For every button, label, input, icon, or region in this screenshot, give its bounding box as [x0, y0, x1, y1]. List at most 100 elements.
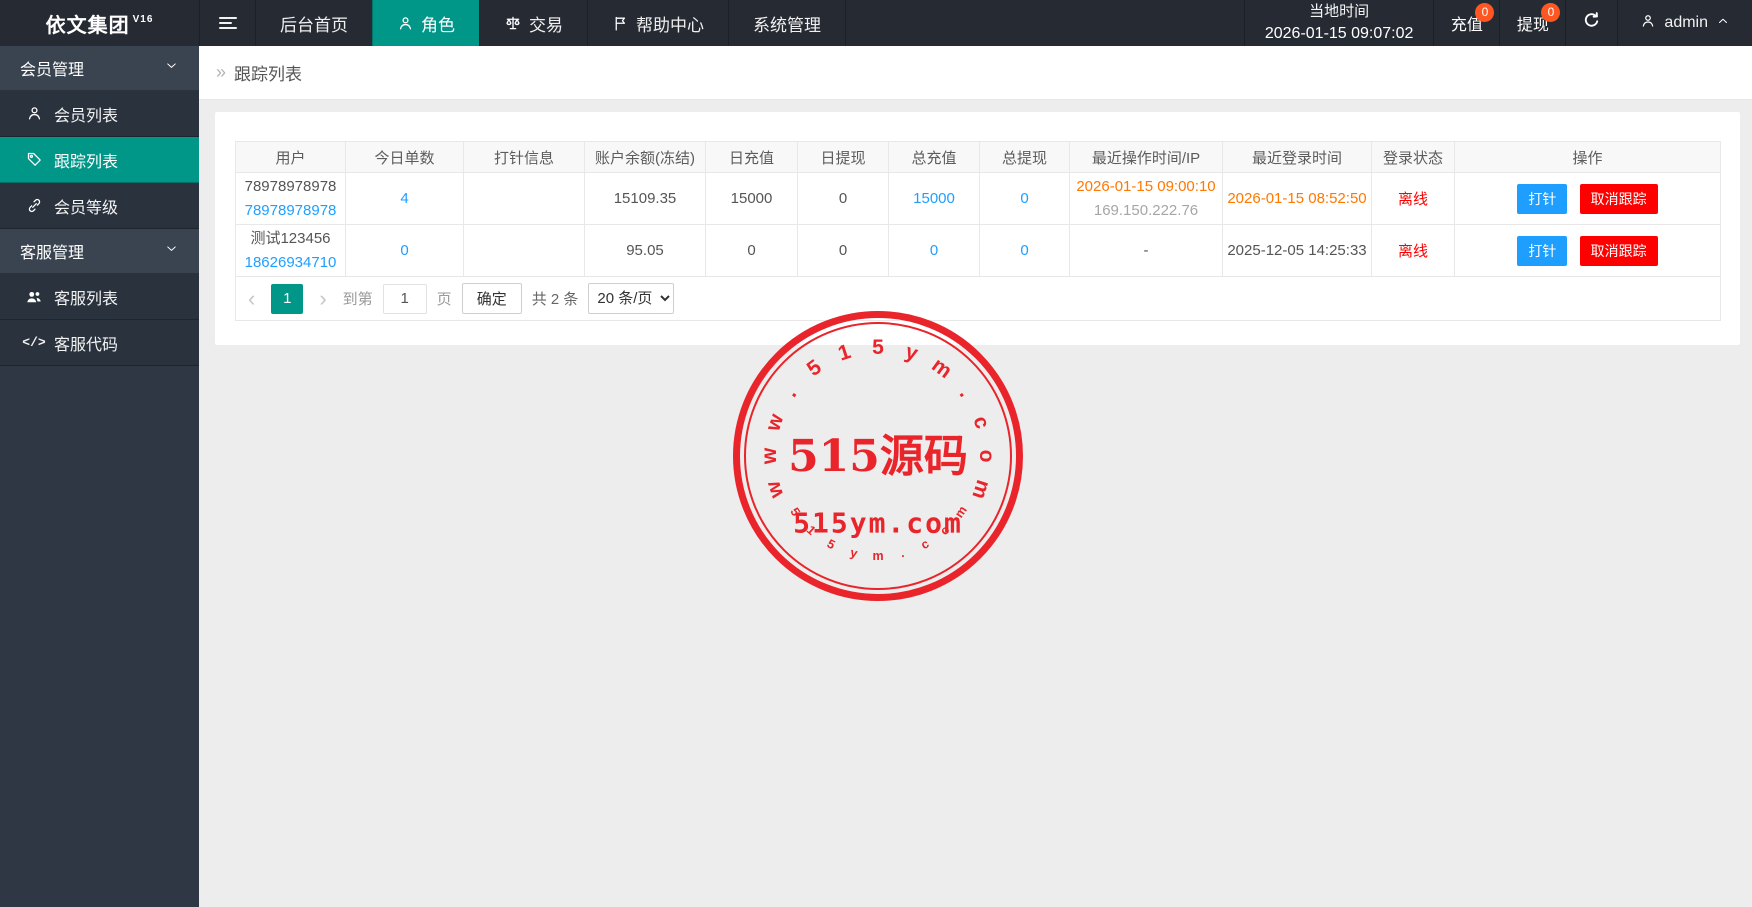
watermark-stamp: www.515ym.com 515源码 515ym.com 515ym.com: [733, 311, 1023, 601]
cell-balance: 15109.35: [584, 172, 706, 225]
withdraw-button[interactable]: 提现 0: [1499, 0, 1565, 46]
col-header-total-recharge: 总充值: [888, 141, 980, 173]
track-list-table: 用户 今日单数 打针信息 账户余额(冻结) 日充值 日提现 总充值 总提现 最近…: [235, 141, 1721, 321]
current-page[interactable]: 1: [271, 283, 304, 314]
table-row: 78978978978 78978978978 4 15109.35 15000…: [235, 172, 1721, 225]
page-size-select[interactable]: 20 条/页: [588, 283, 675, 314]
nav-item-trade[interactable]: 交易: [479, 0, 587, 46]
col-header-total-withdraw: 总提现: [979, 141, 1070, 173]
col-header-today-orders: 今日单数: [345, 141, 464, 173]
recharge-button[interactable]: 充值 0: [1433, 0, 1499, 46]
nav-item-system[interactable]: 系统管理: [728, 0, 846, 46]
col-header-inject-info: 打针信息: [463, 141, 585, 173]
breadcrumb: » 跟踪列表: [199, 46, 1752, 100]
col-header-day-withdraw: 日提现: [797, 141, 889, 173]
cell-last-login: 2025-12-05 14:25:33: [1222, 224, 1372, 277]
goto-page-input[interactable]: [382, 283, 427, 314]
page-title: 跟踪列表: [234, 65, 303, 84]
watermark-title: 515源码: [788, 431, 968, 482]
local-time: 当地时间 2026-01-15 09:07:02: [1243, 0, 1434, 46]
sidebar: 会员管理 会员列表 跟踪列表 会员等级 客服管理 客服列表 </> 客服代码: [0, 46, 199, 907]
user-icon: [24, 105, 44, 122]
goto-label: 到第: [342, 291, 373, 308]
cell-day-withdraw: 0: [797, 172, 889, 225]
cell-last-op: -: [1069, 224, 1223, 277]
col-header-day-recharge: 日充值: [705, 141, 798, 173]
tag-icon: [24, 151, 44, 168]
user-link[interactable]: 78978978978: [236, 199, 345, 222]
total-count: 共 2 条: [531, 291, 579, 308]
cell-day-withdraw: 0: [797, 224, 889, 277]
sidebar-group-service-management[interactable]: 客服管理: [0, 229, 199, 274]
pagination-row: ‹ 1 › 到第 页 确定 共 2 条 20 条/页: [235, 276, 1721, 321]
confirm-button[interactable]: 确定: [461, 283, 522, 314]
watermark-domain: 515ym.com: [793, 506, 963, 540]
cell-day-recharge: 0: [705, 224, 798, 277]
admin-menu[interactable]: admin: [1617, 0, 1752, 46]
person-icon: [397, 15, 414, 32]
cell-total-recharge[interactable]: 15000: [888, 172, 980, 225]
scale-icon: [504, 14, 522, 32]
cell-inject-info: [463, 224, 585, 277]
sidebar-item-member-level[interactable]: 会员等级: [0, 183, 199, 229]
cell-user: 78978978978 78978978978: [235, 172, 346, 225]
col-header-last-op: 最近操作时间/IP: [1069, 141, 1223, 173]
topbar-right: 当地时间 2026-01-15 09:07:02 充值 0 提现 0 admin: [1243, 0, 1752, 46]
cell-inject-info: [463, 172, 585, 225]
top-nav: 后台首页 角色 交易 帮助中心 系统管理: [255, 0, 846, 46]
inject-button[interactable]: 打针: [1517, 235, 1568, 266]
cell-today-orders[interactable]: 4: [345, 172, 464, 225]
sidebar-item-service-list[interactable]: 客服列表: [0, 274, 199, 320]
cell-total-withdraw[interactable]: 0: [979, 224, 1070, 277]
admin-username: admin: [1664, 14, 1708, 31]
page-label: 页: [436, 291, 452, 308]
col-header-balance: 账户余额(冻结): [584, 141, 706, 173]
local-time-label: 当地时间: [1309, 2, 1370, 20]
link-icon: [24, 197, 44, 214]
sidebar-toggle-button[interactable]: [199, 0, 255, 46]
col-header-user: 用户: [235, 141, 346, 173]
cell-actions: 打针 取消跟踪: [1454, 172, 1721, 225]
users-icon: [24, 288, 44, 306]
status-badge: 离线: [1371, 172, 1455, 225]
sidebar-group-member-management[interactable]: 会员管理: [0, 46, 199, 91]
nav-item-dashboard[interactable]: 后台首页: [255, 0, 372, 46]
local-time-value: 2026-01-15 09:07:02: [1264, 25, 1414, 43]
chevron-up-icon: [1716, 14, 1730, 33]
col-header-actions: 操作: [1454, 141, 1721, 173]
cancel-track-button[interactable]: 取消跟踪: [1579, 183, 1658, 214]
table-header-row: 用户 今日单数 打针信息 账户余额(冻结) 日充值 日提现 总充值 总提现 最近…: [235, 141, 1721, 173]
chevron-down-icon: [164, 241, 179, 261]
inject-button[interactable]: 打针: [1517, 183, 1568, 214]
nav-item-role[interactable]: 角色: [372, 0, 479, 46]
chevron-down-icon: [164, 58, 179, 78]
user-link[interactable]: 18626934710: [236, 251, 345, 274]
table-row: 测试123456 18626934710 0 95.05 0 0 0 0 - 2…: [235, 224, 1721, 277]
col-header-last-login: 最近登录时间: [1222, 141, 1372, 173]
sidebar-item-service-code[interactable]: </> 客服代码: [0, 320, 199, 366]
app-logo-text: 依文集团: [45, 14, 130, 37]
cell-last-op: 2026-01-15 09:00:10 169.150.222.76: [1069, 172, 1223, 225]
col-header-status: 登录状态: [1371, 141, 1455, 173]
nav-item-help-center[interactable]: 帮助中心: [587, 0, 728, 46]
prev-page-button[interactable]: ‹: [242, 284, 261, 314]
sidebar-item-track-list[interactable]: 跟踪列表: [0, 137, 199, 183]
withdraw-badge: 0: [1541, 3, 1561, 22]
cell-today-orders[interactable]: 0: [345, 224, 464, 277]
person-icon: [1640, 13, 1656, 34]
sidebar-item-member-list[interactable]: 会员列表: [0, 91, 199, 137]
hamburger-icon: [218, 14, 237, 32]
cell-total-recharge[interactable]: 0: [888, 224, 980, 277]
cancel-track-button[interactable]: 取消跟踪: [1579, 235, 1658, 266]
code-icon: </>: [22, 335, 46, 350]
cell-user: 测试123456 18626934710: [235, 224, 346, 277]
app-logo-version: V16: [132, 13, 154, 25]
next-page-button[interactable]: ›: [313, 284, 332, 314]
cell-total-withdraw[interactable]: 0: [979, 172, 1070, 225]
refresh-button[interactable]: [1565, 0, 1617, 46]
recharge-badge: 0: [1475, 3, 1495, 22]
double-angle-icon: »: [216, 62, 227, 82]
cell-day-recharge: 15000: [705, 172, 798, 225]
topbar: 依文集团 V16 后台首页 角色 交易 帮助中心 系统管理 当地时间 2026-…: [0, 0, 1752, 46]
